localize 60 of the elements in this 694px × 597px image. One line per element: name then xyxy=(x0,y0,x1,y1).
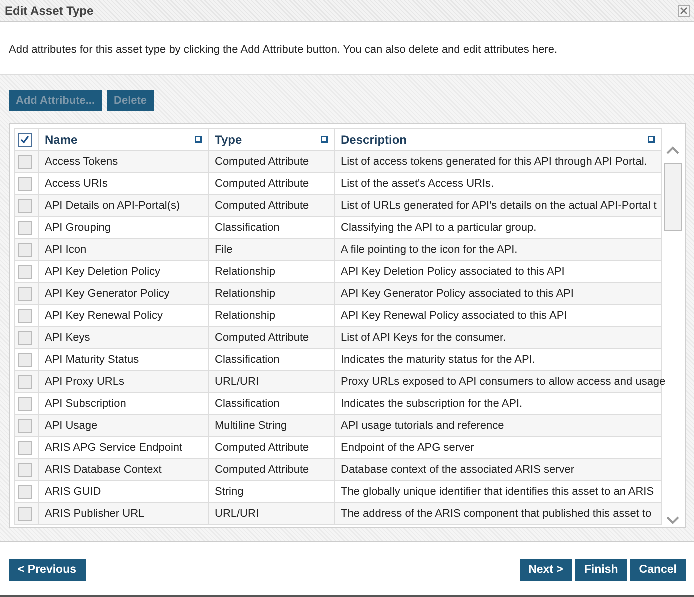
footer-button[interactable]: Next > xyxy=(520,559,572,581)
close-icon[interactable] xyxy=(678,4,690,16)
footer-button[interactable]: Finish xyxy=(575,559,628,581)
table-cell: API Keys xyxy=(38,326,208,348)
row-checkbox[interactable] xyxy=(18,506,32,520)
row-checkbox[interactable] xyxy=(18,484,32,498)
table-cell: Access Tokens xyxy=(38,150,208,172)
table-cell: File xyxy=(208,238,334,260)
window-title: Edit Asset Type xyxy=(5,4,94,18)
row-checkbox[interactable] xyxy=(18,286,32,300)
table-cell: API usage tutorials and reference xyxy=(334,414,662,436)
row-checkbox[interactable] xyxy=(18,374,32,388)
row-checkbox[interactable] xyxy=(18,462,32,476)
table-cell: List of URLs generated for API's details on the actual API-Portal t xyxy=(334,194,662,216)
table-cell: Relationship xyxy=(208,282,334,304)
table-cell: API Key Generator Policy xyxy=(38,282,208,304)
select-all-checkbox[interactable] xyxy=(18,132,32,146)
table-cell: URL/URI xyxy=(208,370,334,392)
footer-button[interactable]: Cancel xyxy=(630,559,686,581)
column-menu-icon[interactable] xyxy=(648,136,655,143)
table-cell: Database context of the associated ARIS server xyxy=(334,458,662,480)
column-header[interactable]: Name xyxy=(45,132,78,146)
table-cell: Multiline String xyxy=(208,414,334,436)
table-cell: API Proxy URLs xyxy=(38,370,208,392)
row-checkbox[interactable] xyxy=(18,242,32,256)
row-checkbox[interactable] xyxy=(18,352,32,366)
row-checkbox[interactable] xyxy=(18,308,32,322)
row-checkbox[interactable] xyxy=(18,176,32,190)
row-checkbox[interactable] xyxy=(18,198,32,212)
scroll-down-icon[interactable] xyxy=(666,516,680,525)
row-checkbox[interactable] xyxy=(18,330,32,344)
table-cell: API Usage xyxy=(38,414,208,436)
row-checkbox[interactable] xyxy=(18,154,32,168)
row-checkbox[interactable] xyxy=(18,396,32,410)
row-checkbox[interactable] xyxy=(18,418,32,432)
scroll-up-icon[interactable] xyxy=(666,146,680,155)
column-header[interactable]: Type xyxy=(215,132,242,146)
table-cell: Computed Attribute xyxy=(208,326,334,348)
scrollbar-thumb[interactable] xyxy=(664,163,682,231)
table-cell: The address of the ARIS component that published this asset to xyxy=(334,502,662,524)
table-cell: URL/URI xyxy=(208,502,334,524)
row-checkbox[interactable] xyxy=(18,220,32,234)
table-cell: List of API Keys for the consumer. xyxy=(334,326,662,348)
row-checkbox[interactable] xyxy=(18,264,32,278)
table-cell: ARIS Publisher URL xyxy=(38,502,208,524)
column-menu-icon[interactable] xyxy=(195,136,202,143)
instruction-text: Add attributes for this asset type by clicking the Add Attribute button. You can also delete and edit attributes here. xyxy=(9,44,559,56)
table-cell: Computed Attribute xyxy=(208,150,334,172)
column-menu-icon[interactable] xyxy=(321,136,328,143)
table-cell: API Icon xyxy=(38,238,208,260)
table-cell: API Key Generator Policy associated to this API xyxy=(334,282,662,304)
table-cell: Computed Attribute xyxy=(208,458,334,480)
table-cell: List of access tokens generated for this API through API Portal. xyxy=(334,150,662,172)
column-header[interactable]: Description xyxy=(341,132,408,146)
previous-button[interactable]: < Previous xyxy=(9,559,86,581)
table-cell: A file pointing to the icon for the API. xyxy=(334,238,662,260)
row-checkbox[interactable] xyxy=(18,440,32,454)
table-cell: API Details on API-Portal(s) xyxy=(38,194,208,216)
table-cell: Computed Attribute xyxy=(208,194,334,216)
table-cell: ARIS Database Context xyxy=(38,458,208,480)
